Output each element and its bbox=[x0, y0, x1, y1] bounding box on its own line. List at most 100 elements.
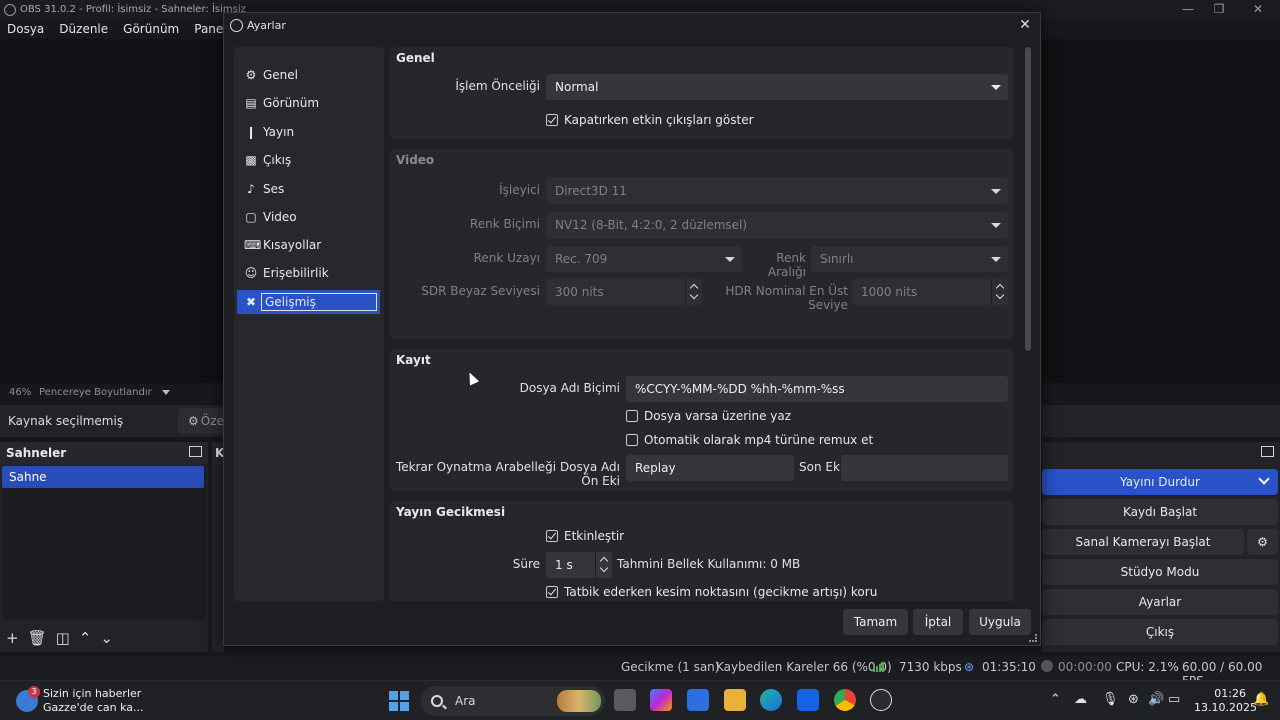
nav-item-stream[interactable]: ❙ Yayın bbox=[237, 120, 380, 144]
vcam-settings-gear-icon[interactable]: ⚙ bbox=[1247, 529, 1278, 555]
ok-button[interactable]: Tamam bbox=[843, 609, 908, 635]
checkbox-label: Dosya varsa üzerine yaz bbox=[644, 409, 792, 423]
filename-format-input[interactable]: %CCYY-%MM-%DD %hh-%mm-%ss bbox=[626, 376, 1008, 402]
stop-stream-button[interactable]: Yayını Durdur bbox=[1042, 469, 1278, 495]
delay-duration-spinbox[interactable]: 1 s bbox=[546, 552, 612, 578]
chevron-down-icon[interactable] bbox=[161, 389, 170, 395]
nav-item-accessibility[interactable]: ☺ Erişebilirlik bbox=[237, 261, 380, 285]
checkbox-label: Kapatırken etkin çıkışları göster bbox=[564, 113, 754, 127]
system-clock[interactable]: 01:26 13.10.2025 bbox=[1194, 687, 1257, 715]
menubar: Dosya Düzenle Görünüm Paneller bbox=[0, 19, 242, 39]
preview-area[interactable] bbox=[0, 39, 224, 383]
maximize-icon[interactable]: ❐ bbox=[1209, 2, 1229, 16]
preserve-cutoff-checkbox[interactable]: Tatbik ederken kesim noktasını (gecikme … bbox=[546, 585, 877, 599]
store-icon[interactable] bbox=[687, 689, 709, 711]
zoom-mode[interactable]: Pencereye Boyutlandır bbox=[39, 387, 152, 398]
exit-button[interactable]: Çıkış bbox=[1042, 619, 1278, 645]
windows-start-icon[interactable] bbox=[389, 691, 409, 711]
microphone-icon[interactable]: 🎙 bbox=[1102, 692, 1119, 707]
trash-icon[interactable]: 🗑 bbox=[28, 629, 47, 647]
move-up-icon[interactable]: ⌃ bbox=[79, 629, 92, 647]
filter-icon[interactable]: ◫ bbox=[56, 629, 70, 647]
dropped-frames-status: Kaybedilen Kareler 66 (%0.0) bbox=[716, 660, 892, 674]
spin-down-icon bbox=[689, 290, 699, 300]
nav-item-video[interactable]: ▢ Video bbox=[237, 205, 380, 229]
start-record-button[interactable]: Kaydı Başlat bbox=[1042, 499, 1278, 525]
notification-bell-icon[interactable]: 🔔 bbox=[1253, 692, 1269, 707]
battery-icon[interactable]: ▭ bbox=[1168, 692, 1180, 707]
studio-mode-button[interactable]: Stüdyo Modu bbox=[1042, 559, 1278, 585]
auto-remux-checkbox[interactable]: Otomatik olarak mp4 türüne remux et bbox=[626, 433, 873, 447]
renderer-select: Direct3D 11 bbox=[546, 178, 1008, 204]
nav-item-advanced[interactable]: ✖ Gelişmiş bbox=[237, 290, 380, 314]
menu-edit[interactable]: Düzenle bbox=[52, 22, 116, 36]
task-view-icon[interactable] bbox=[614, 689, 636, 711]
replay-prefix-input[interactable]: Replay bbox=[626, 455, 794, 481]
undock-icon[interactable] bbox=[189, 446, 202, 457]
obs-main-window: OBS 31.0.2 - Profil: İsimsiz - Sahneler:… bbox=[0, 0, 1280, 720]
taskbar-search[interactable]: Ara bbox=[421, 686, 605, 716]
minimize-icon[interactable]: — bbox=[1178, 2, 1198, 16]
checkbox-label: Etkinleştir bbox=[564, 529, 625, 543]
scenes-list: Sahne bbox=[2, 466, 206, 620]
resize-grip-icon[interactable] bbox=[1029, 634, 1037, 642]
preview-area-right[interactable] bbox=[1042, 39, 1280, 383]
nav-label: Kısayollar bbox=[263, 238, 322, 252]
settings-nav: ⚙ Genel ▤ Görünüm ❙ Yayın ▩ Çıkış ♪ Ses ▢ Vide… bbox=[234, 47, 384, 601]
tray-overflow-icon[interactable]: ⌃ bbox=[1050, 692, 1061, 707]
apply-button[interactable]: Uygula bbox=[969, 609, 1031, 635]
volume-icon[interactable]: 🔊 bbox=[1148, 692, 1164, 707]
undock-icon[interactable] bbox=[1261, 446, 1274, 457]
no-source-selected-label: Kaynak seçilmemiş bbox=[8, 414, 124, 428]
delay-duration-label: Süre bbox=[512, 557, 540, 571]
move-down-icon[interactable]: ⌄ bbox=[100, 629, 113, 647]
chevron-down-icon[interactable] bbox=[1258, 473, 1270, 485]
record-icon bbox=[1041, 660, 1053, 672]
settings-button[interactable]: Ayarlar bbox=[1042, 589, 1278, 615]
show-active-outputs-checkbox[interactable]: Kapatırken etkin çıkışları göster bbox=[546, 113, 754, 127]
nav-item-audio[interactable]: ♪ Ses bbox=[237, 177, 380, 201]
file-explorer-icon[interactable] bbox=[724, 689, 746, 711]
monitor-icon: ▢ bbox=[245, 210, 257, 224]
cancel-button[interactable]: İptal bbox=[913, 609, 963, 635]
source-toolbar-right bbox=[1042, 405, 1280, 437]
close-window-icon[interactable]: ✕ bbox=[1248, 2, 1268, 16]
wifi-icon[interactable]: ⊛ bbox=[1128, 692, 1139, 707]
copilot-icon[interactable] bbox=[650, 689, 672, 711]
nav-item-hotkeys[interactable]: ⌨ Kısayollar bbox=[237, 233, 380, 257]
obs-taskbar-icon[interactable] bbox=[870, 689, 892, 711]
dialog-titlebar: Ayarlar bbox=[224, 13, 1040, 37]
process-priority-select[interactable]: Normal bbox=[546, 74, 1008, 100]
start-virtual-camera-button[interactable]: Sanal Kamerayı Başlat bbox=[1042, 529, 1244, 555]
cloud-icon[interactable]: ☁ bbox=[1074, 692, 1087, 707]
chevron-down-icon bbox=[991, 85, 1001, 90]
windows-taskbar: 3 Sizin için haberler Gazze'de can ka...… bbox=[0, 680, 1280, 720]
news-widget[interactable]: 3 Sizin için haberler Gazze'de can ka... bbox=[16, 686, 144, 715]
nav-item-output[interactable]: ▩ Çıkış bbox=[237, 148, 380, 172]
scene-item[interactable]: Sahne bbox=[2, 466, 204, 488]
enable-delay-checkbox[interactable]: Etkinleştir bbox=[546, 529, 624, 543]
group-video: Video İşleyici Direct3D 11 Renk Biçimi N… bbox=[390, 149, 1014, 339]
settings-scrollbar[interactable] bbox=[1024, 47, 1032, 601]
menu-view[interactable]: Görünüm bbox=[116, 22, 187, 36]
add-icon[interactable]: + bbox=[6, 629, 19, 647]
nav-label: Video bbox=[263, 210, 297, 224]
window-title: OBS 31.0.2 - Profil: İsimsiz - Sahneler:… bbox=[20, 4, 246, 15]
properties-button[interactable]: ⚙ Öze bbox=[178, 408, 226, 434]
dropbox-icon[interactable] bbox=[797, 689, 819, 711]
select-value: NV12 (8-Bit, 4:2:0, 2 düzlemsel) bbox=[555, 218, 748, 232]
chevron-down-icon bbox=[991, 189, 1001, 194]
edge-icon[interactable] bbox=[760, 689, 782, 711]
spin-down-icon[interactable] bbox=[599, 563, 609, 573]
checkbox-box bbox=[546, 586, 558, 598]
close-icon[interactable]: ✕ bbox=[1016, 16, 1034, 34]
overwrite-if-exists-checkbox[interactable]: Dosya varsa üzerine yaz bbox=[626, 409, 791, 423]
scenes-dock: Sahneler Sahne + 🗑 ◫ ⌃ ⌄ bbox=[0, 442, 208, 652]
nav-item-general[interactable]: ⚙ Genel bbox=[237, 63, 380, 87]
menu-file[interactable]: Dosya bbox=[0, 22, 52, 36]
scrollbar-thumb[interactable] bbox=[1025, 47, 1031, 351]
chrome-icon[interactable] bbox=[834, 689, 856, 711]
nav-label: Gelişmiş bbox=[261, 293, 377, 311]
suffix-input[interactable] bbox=[841, 455, 1008, 481]
nav-item-appearance[interactable]: ▤ Görünüm bbox=[237, 91, 380, 115]
